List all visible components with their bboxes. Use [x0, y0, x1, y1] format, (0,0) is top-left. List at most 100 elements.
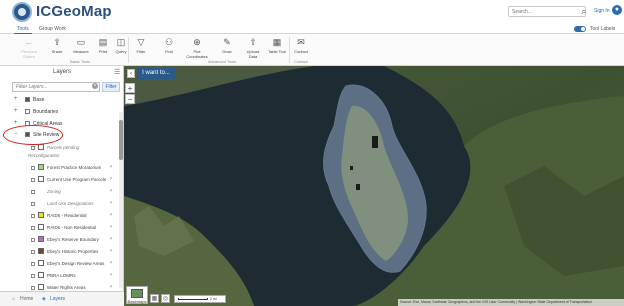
sublayer-zoning[interactable]: Zoning › [0, 187, 118, 197]
sublayer-ebeys-design-review[interactable]: Ebey's Design Review Areas › [0, 259, 118, 269]
layer-checkbox[interactable] [25, 109, 30, 114]
chevron-right-icon[interactable]: › [110, 164, 112, 170]
chevron-right-icon[interactable]: › [110, 212, 112, 218]
contact-button[interactable]: ✉ Contact [290, 37, 312, 54]
tab-tools[interactable]: Tools [14, 25, 32, 34]
scrollbar-thumb[interactable] [119, 120, 123, 160]
app-title: ICGeoMap [36, 3, 112, 20]
layers-panel: Layers ☰ × Filter + Base + Boundaries + … [0, 66, 124, 306]
legend-swatch [38, 144, 44, 150]
county-seal-logo [12, 2, 32, 22]
ruler-icon: ▭ [76, 37, 86, 47]
table-tool-button[interactable]: ▦ Table Tool [266, 37, 288, 54]
draw-button[interactable]: ✎ Draw [216, 37, 238, 54]
layer-checkbox[interactable] [25, 97, 30, 102]
chevron-right-icon[interactable]: › [110, 248, 112, 254]
scale-bar: 2 mi [174, 295, 226, 303]
sublayer-ebeys-historic[interactable]: Ebey's Historic Properties › [0, 247, 118, 257]
sublayer-checkbox[interactable] [31, 190, 35, 194]
sublayer-label: Zoning [47, 189, 61, 194]
zoom-out-button[interactable]: − [125, 94, 135, 104]
tool-label: Share [51, 49, 63, 54]
home-icon[interactable]: ⌂ [12, 296, 15, 302]
chevron-right-icon[interactable]: › [110, 236, 112, 242]
chevron-right-icon[interactable]: › [110, 260, 112, 266]
sublayer-land-use[interactable]: Land Use Designations › [0, 199, 118, 209]
previous-extent-button[interactable]: ← Previous Extent [18, 37, 40, 59]
upload-data-button[interactable]: ⇧ Upload Data [242, 37, 264, 59]
legend-swatch [38, 248, 44, 254]
measure-button[interactable]: ▭ Measure [70, 37, 92, 54]
basemaps-button[interactable]: Basemaps [126, 286, 148, 304]
legend-swatch [38, 260, 44, 266]
sublayer-raid5-non-residential[interactable]: RAID5 - Non Residential › [0, 223, 118, 233]
sublayer-current-use[interactable]: Current Use Program Parcels › [0, 175, 118, 185]
sublayer-checkbox[interactable] [31, 214, 35, 218]
user-icon[interactable]: ● [612, 5, 622, 15]
query-icon: ◫ [116, 37, 126, 47]
tool-labels-toggle[interactable] [574, 26, 586, 32]
sublayer-checkbox[interactable] [31, 178, 35, 182]
expand-icon[interactable]: + [14, 108, 18, 114]
tab-home[interactable]: Home [20, 296, 33, 302]
toolbar-ribbon: ← Previous Extent ⇪ Share ▭ Measure ▤ Print … [0, 34, 624, 66]
chevron-right-icon[interactable]: › [110, 272, 112, 278]
tab-group-work[interactable]: Group Work [36, 25, 69, 33]
table-icon: ▦ [272, 37, 282, 47]
grid-icon[interactable]: ▦ [150, 294, 159, 303]
expand-icon[interactable]: + [14, 96, 18, 102]
sublayer-raid5-residential[interactable]: RAID5 - Residential › [0, 211, 118, 221]
map-view[interactable] [124, 66, 624, 306]
sublayer-checkbox[interactable] [31, 238, 35, 242]
sublayer-ebeys-reserve[interactable]: Ebey's Reserve Boundary › [0, 235, 118, 245]
panel-bottom-tabs: ⌂ Home ◈ Layers [0, 291, 124, 306]
sublayer-checkbox[interactable] [31, 166, 35, 170]
group-label-advanced-tools: Advanced Tools [208, 59, 237, 64]
sublayer-checkbox[interactable] [31, 262, 35, 266]
scale-label: 2 mi [210, 297, 217, 301]
sublayer-checkbox[interactable] [31, 202, 35, 206]
find-button[interactable]: ⚇ Find [158, 37, 180, 54]
filter-layers-button[interactable]: Filter [102, 82, 120, 92]
share-button[interactable]: ⇪ Share [46, 37, 68, 54]
chevron-right-icon[interactable]: › [110, 284, 112, 290]
tool-label: Print [98, 49, 108, 54]
locate-icon[interactable]: ◎ [161, 294, 170, 303]
layer-base[interactable]: + Base [0, 95, 118, 105]
plot-coordinates-button[interactable]: ⊕ Plot Coordinates [186, 37, 208, 59]
sublayer-forest-practice[interactable]: Forest Practice Moratorium › [0, 163, 118, 173]
group-label-contact: Contact [294, 59, 308, 64]
tool-label: Measure [73, 49, 89, 54]
collapse-panel-button[interactable]: ‹ [127, 69, 135, 78]
search-icon[interactable]: ⌕ [578, 5, 590, 17]
i-want-to-button[interactable]: I want to... [137, 68, 175, 79]
pencil-icon: ✎ [223, 37, 231, 47]
layers-icon[interactable]: ◈ [42, 296, 46, 302]
chevron-right-icon[interactable]: › [110, 176, 112, 182]
sublayer-checkbox[interactable] [31, 146, 35, 150]
chevron-right-icon[interactable]: › [110, 224, 112, 230]
sublayer-checkbox[interactable] [31, 226, 35, 230]
menu-icon[interactable]: ☰ [114, 68, 120, 76]
filter-layers-input[interactable] [12, 82, 100, 92]
chevron-right-icon[interactable]: › [110, 188, 112, 194]
expand-icon[interactable]: + [14, 120, 18, 126]
clear-icon[interactable]: × [92, 83, 98, 89]
sublayer-checkbox[interactable] [31, 274, 35, 278]
sublayer-checkbox[interactable] [31, 286, 35, 290]
layer-boundaries[interactable]: + Boundaries [0, 107, 118, 117]
sublayer-pbra-lomrs[interactable]: PBRA LOMRs › [0, 271, 118, 281]
tab-layers[interactable]: Layers [50, 296, 65, 302]
chevron-right-icon[interactable]: › [110, 200, 112, 206]
tool-label: Previous Extent [21, 49, 37, 59]
zoom-in-button[interactable]: + [125, 83, 135, 93]
search-input[interactable] [508, 6, 586, 17]
sublayer-checkbox[interactable] [31, 250, 35, 254]
filter-button[interactable]: ▽ Filter [130, 37, 152, 54]
sign-in-link[interactable]: Sign In [594, 8, 610, 14]
binoculars-icon: ⚇ [164, 37, 174, 47]
sublayer-label: RAID5 - Non Residential [47, 225, 97, 230]
tool-label: Find [165, 49, 173, 54]
sublayer-label: Ebey's Historic Properties [47, 249, 99, 254]
top-bar: ICGeoMap ⌕ Sign In ● [0, 0, 624, 24]
